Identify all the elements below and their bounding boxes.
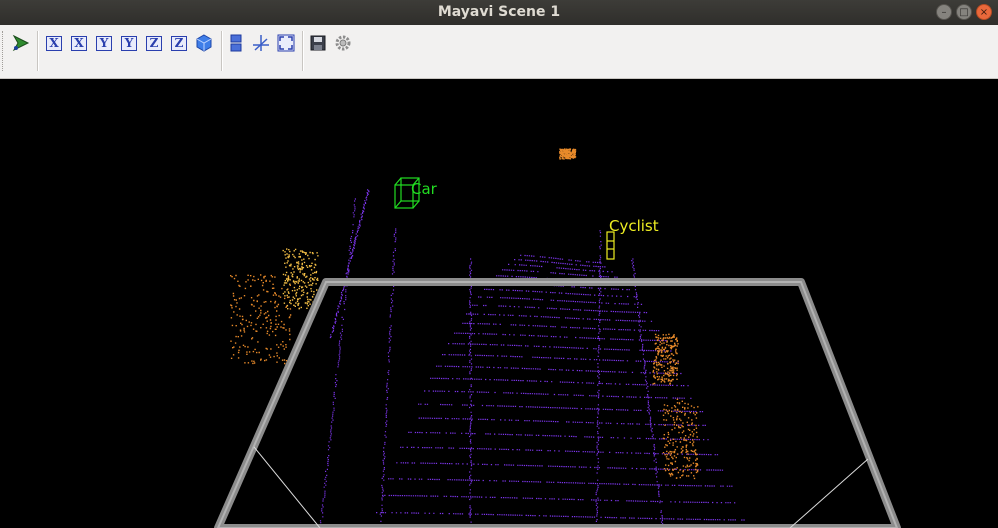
isometric-cube-icon	[196, 34, 212, 52]
save-scene-button[interactable]	[308, 33, 328, 53]
view-x-positive-button[interactable]: X	[44, 33, 64, 53]
axes-toggle-icon	[253, 35, 269, 51]
view-z-positive-button[interactable]: Z	[144, 33, 164, 53]
vegetation-points	[230, 274, 292, 365]
window-title: Mayavi Scene 1	[437, 4, 561, 20]
window-controls: – □ ×	[936, 4, 992, 20]
toolbar-grip[interactable]	[2, 31, 6, 71]
window-titlebar[interactable]: Mayavi Scene 1 – □ ×	[0, 0, 998, 25]
y-axis-icon: Y	[96, 35, 112, 51]
vegetation-points	[559, 148, 577, 160]
y-axis-icon: Y	[121, 35, 137, 51]
scene-toolbar: X X Y Y Z Z	[0, 25, 998, 79]
cyclist-bounding-box	[606, 231, 615, 260]
fullscreen-icon	[277, 34, 295, 52]
ground-scan-points	[319, 189, 745, 528]
view-x-negative-button[interactable]: X	[69, 33, 89, 53]
x-axis-icon: X	[46, 35, 62, 51]
configure-scene-button[interactable]	[333, 33, 353, 53]
parallel-projection-button[interactable]	[226, 33, 246, 53]
minimize-button[interactable]: –	[936, 4, 952, 20]
gear-icon	[335, 35, 351, 51]
x-axis-icon: X	[71, 35, 87, 51]
mayavi-pipeline-icon[interactable]	[11, 33, 31, 53]
fullscreen-button[interactable]	[276, 33, 296, 53]
parallel-projection-icon	[230, 34, 242, 52]
vegetation-points	[282, 248, 319, 310]
maximize-button[interactable]: □	[956, 4, 972, 20]
point-cloud-scene	[214, 148, 901, 528]
toggle-axes-button[interactable]	[251, 33, 271, 53]
toolbar-separator	[302, 31, 304, 71]
z-axis-icon: Z	[171, 35, 187, 51]
view-z-negative-button[interactable]: Z	[169, 33, 189, 53]
save-icon	[310, 35, 326, 51]
view-y-negative-button[interactable]: Y	[119, 33, 139, 53]
toolbar-separator	[221, 31, 223, 71]
isometric-view-button[interactable]	[194, 33, 214, 53]
view-y-positive-button[interactable]: Y	[94, 33, 114, 53]
toolbar-separator	[37, 31, 39, 71]
cyclist-label: Cyclist	[609, 217, 659, 235]
vegetation-points	[652, 333, 679, 385]
ground-grid-frame	[214, 278, 901, 528]
car-label: Car	[411, 180, 437, 198]
z-axis-icon: Z	[146, 35, 162, 51]
scene-viewport[interactable]: Car Cyclist	[0, 79, 998, 528]
close-button[interactable]: ×	[976, 4, 992, 20]
lidar-point-cloud	[230, 148, 745, 528]
